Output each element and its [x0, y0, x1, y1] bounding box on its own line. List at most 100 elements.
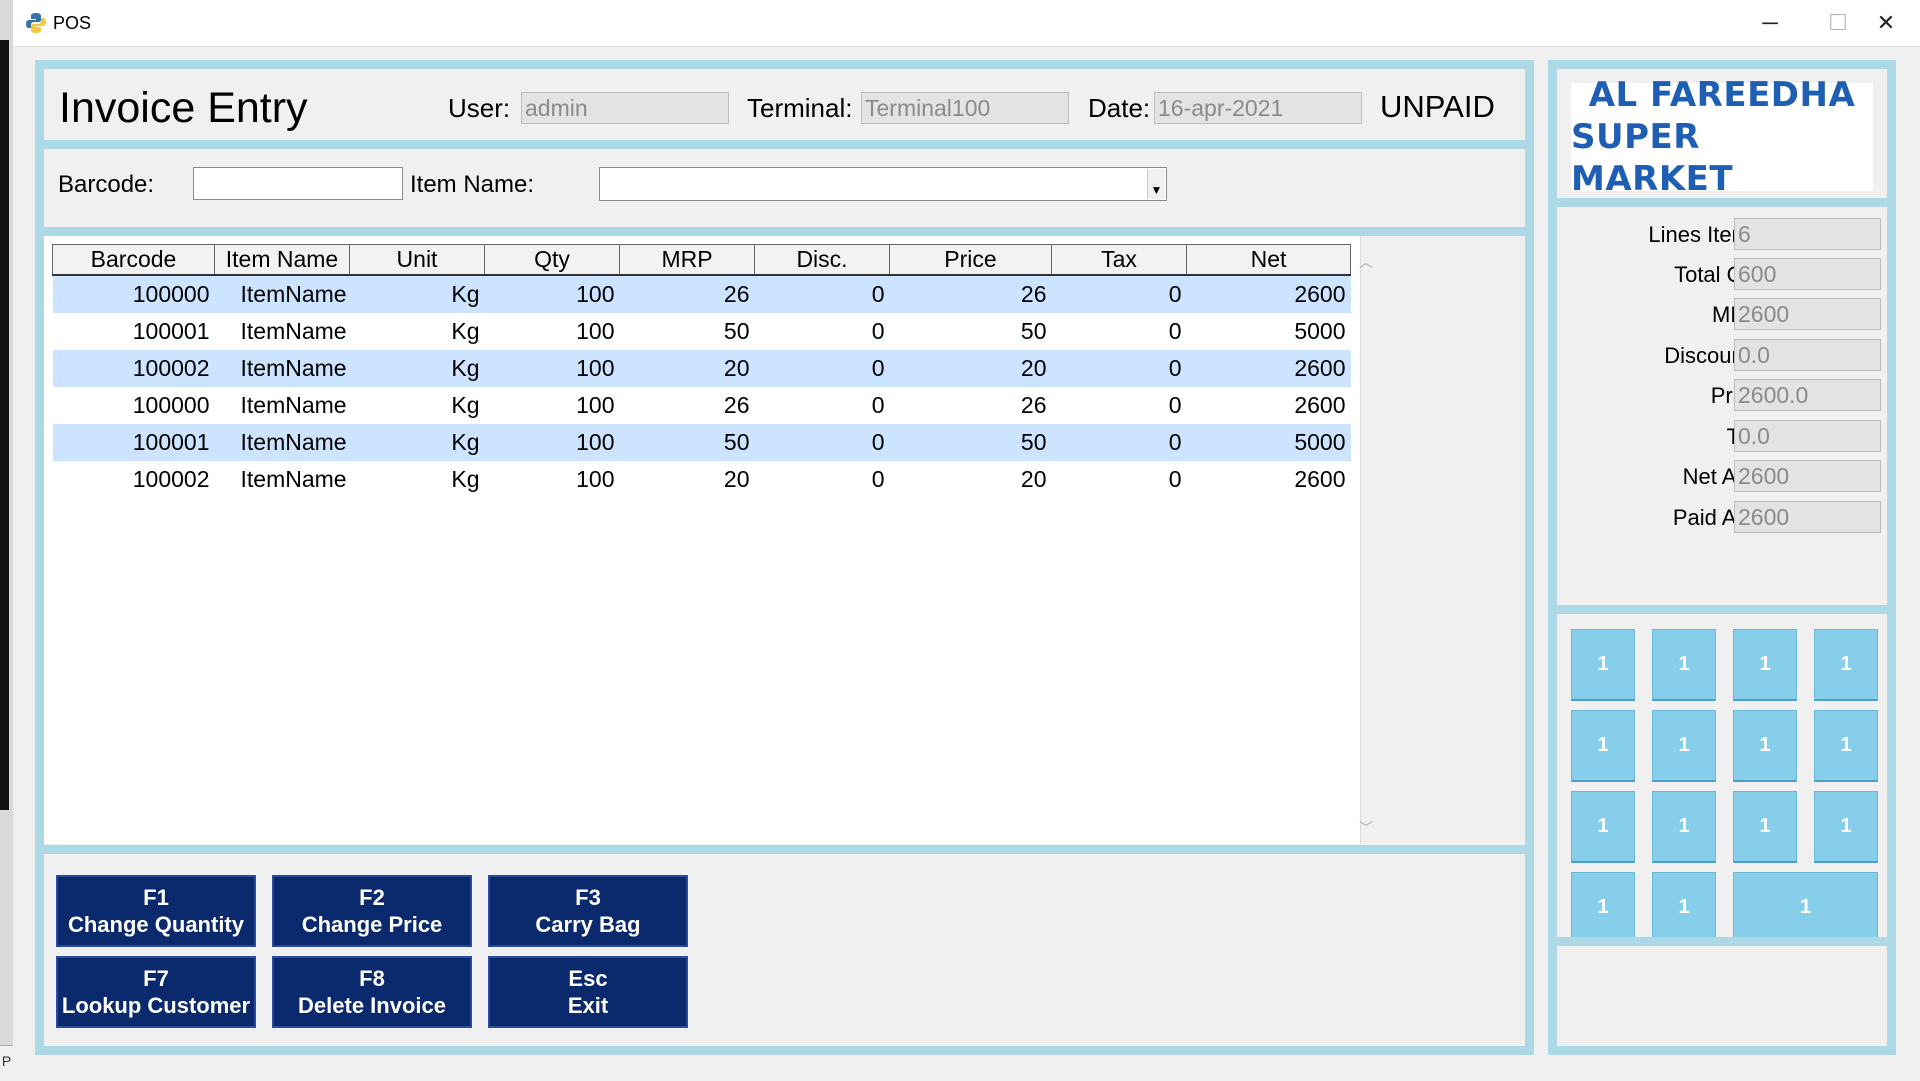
f2-change-price-button[interactable]: F2 Change Price — [272, 875, 472, 947]
column-header[interactable]: MRP — [619, 244, 755, 276]
barcode-input[interactable] — [193, 167, 403, 200]
table-cell: 0 — [1051, 424, 1187, 461]
keypad-key[interactable]: 1 — [1571, 872, 1635, 944]
table-cell: ItemName — [240, 318, 347, 344]
table-cell: 0 — [1168, 318, 1182, 344]
keypad-key[interactable]: 1 — [1814, 710, 1878, 782]
column-header[interactable]: Disc. — [754, 244, 890, 276]
table-cell: 5000 — [1186, 424, 1351, 461]
desktop-corner-text: P — [0, 1045, 13, 1081]
summary-panel: Lines Items: 6 Total Qty: 600 MRP: 2600 … — [1548, 198, 1896, 616]
table-cell: ItemName — [214, 350, 350, 387]
table-row[interactable]: 100001 ItemName Kg 100 50 0 50 0 5000 — [52, 424, 1351, 461]
table-cell: ItemName — [214, 275, 350, 313]
table-cell: 100001 — [52, 424, 215, 461]
f7-lookup-customer-button[interactable]: F7 Lookup Customer — [56, 956, 256, 1028]
f1-change-quantity-button[interactable]: F1 Change Quantity — [56, 875, 256, 947]
table-cell: Kg — [451, 392, 480, 418]
terminal-label: Terminal: — [747, 93, 853, 123]
column-header[interactable]: Net — [1186, 244, 1351, 276]
table-cell: 2600 — [1186, 350, 1351, 387]
keypad-key[interactable]: 1 — [1571, 629, 1635, 701]
window-titlebar: POS ─ ☐ ✕ — [13, 0, 1920, 47]
table-cell: 0 — [754, 350, 890, 387]
net-amt-field: 2600 — [1734, 460, 1881, 492]
keypad-key[interactable]: 1 — [1814, 791, 1878, 863]
column-header[interactable]: Unit — [349, 244, 485, 276]
table-cell: 0 — [754, 275, 890, 313]
table-cell: 26 — [1020, 392, 1047, 418]
item-name-combobox[interactable]: ▼ — [599, 167, 1167, 201]
header-panel: Invoice Entry User: admin Terminal: Term… — [35, 60, 1534, 149]
store-logo: AL FAREEDHA SUPER MARKET — [1571, 75, 1873, 199]
date-label: Date: — [1088, 93, 1151, 123]
column-header[interactable]: Barcode — [52, 244, 215, 276]
table-cell: 0 — [871, 392, 885, 418]
tax-field: 0.0 — [1734, 420, 1881, 452]
chevron-down-icon[interactable]: ▼ — [1147, 169, 1165, 199]
table-cell: 100000 — [52, 275, 215, 313]
close-button[interactable]: ✕ — [1852, 0, 1920, 46]
table-cell: 0 — [1168, 392, 1182, 418]
table-cell: 20 — [1020, 466, 1047, 492]
table-cell: 0 — [1051, 350, 1187, 387]
price-field: 2600.0 — [1734, 379, 1881, 411]
keypad-panel: 1 1 1 1 1 1 1 1 1 1 1 1 1 1 1 — [1548, 605, 1896, 946]
keypad-key[interactable]: 1 — [1571, 791, 1635, 863]
keypad-key[interactable]: 1 — [1652, 872, 1716, 944]
table-cell: Kg — [451, 318, 480, 344]
keypad-key[interactable]: 1 — [1814, 629, 1878, 701]
keypad-key[interactable]: 1 — [1652, 629, 1716, 701]
keypad-key[interactable]: 1 — [1733, 629, 1797, 701]
mrp-field: 2600 — [1734, 298, 1881, 330]
table-row[interactable]: 100002 ItemName Kg 100 20 0 20 0 2600 — [53, 461, 1351, 498]
table-cell: 20 — [889, 350, 1052, 387]
f3-carry-bag-button[interactable]: F3 Carry Bag — [488, 875, 688, 947]
scroll-up-icon[interactable]: ︿ — [1359, 252, 1373, 272]
paid-amt-field: 2600 — [1734, 501, 1881, 533]
total-qty-field: 600 — [1734, 258, 1881, 290]
table-row[interactable]: 100000 ItemName Kg 100 26 0 26 0 2600 — [53, 387, 1351, 424]
minimize-button[interactable]: ─ — [1736, 0, 1804, 46]
column-header[interactable]: Qty — [484, 244, 620, 276]
table-row[interactable]: 100002 ItemName Kg 100 20 0 20 0 2600 — [52, 350, 1351, 387]
discounts-field: 0.0 — [1734, 339, 1881, 371]
column-header[interactable]: Item Name — [214, 244, 350, 276]
keypad-key[interactable]: 1 — [1571, 710, 1635, 782]
keypad-key-wide[interactable]: 1 — [1733, 872, 1878, 944]
table-cell: 100 — [484, 350, 620, 387]
keypad-key[interactable]: 1 — [1733, 710, 1797, 782]
table-cell: 100000 — [132, 392, 210, 418]
table-cell: 0 — [1168, 466, 1182, 492]
invoice-table: Barcode Item Name Unit Qty MRP Disc. Price Tax N… — [52, 244, 1351, 498]
desktop-edge: P — [0, 0, 13, 1081]
table-cell: 0 — [871, 466, 885, 492]
table-cell: Kg — [349, 350, 485, 387]
table-cell: Kg — [451, 466, 480, 492]
table-cell: 50 — [619, 424, 755, 461]
column-header[interactable]: Tax — [1051, 244, 1187, 276]
table-cell: 0 — [871, 318, 885, 344]
table-row[interactable]: 100001 ItemName Kg 100 50 0 50 0 5000 — [53, 313, 1351, 350]
table-cell: 2600 — [1294, 392, 1346, 418]
esc-exit-button[interactable]: Esc Exit — [488, 956, 688, 1028]
column-header[interactable]: Price — [889, 244, 1052, 276]
table-row[interactable]: 100000 ItemName Kg 100 26 0 26 0 2600 — [52, 275, 1351, 313]
window-title: POS — [53, 13, 92, 33]
keypad-key[interactable]: 1 — [1733, 791, 1797, 863]
table-cell: 100001 — [132, 318, 210, 344]
logo-panel: AL FAREEDHA SUPER MARKET — [1548, 60, 1896, 207]
f8-delete-invoice-button[interactable]: F8 Delete Invoice — [272, 956, 472, 1028]
table-cell: 2600 — [1294, 466, 1346, 492]
store-name-line1: AL FAREEDHA — [1588, 75, 1856, 115]
scroll-down-icon[interactable]: ﹀ — [1359, 818, 1373, 838]
keypad-key[interactable]: 1 — [1652, 791, 1716, 863]
bottom-right-panel — [1548, 937, 1896, 1055]
table-cell: Kg — [349, 424, 485, 461]
desktop-edge-dark — [0, 40, 9, 810]
store-name-line2: SUPER MARKET — [1571, 117, 1734, 199]
keypad-key[interactable]: 1 — [1652, 710, 1716, 782]
table-cell: ItemName — [240, 392, 347, 418]
entry-panel: Barcode: Item Name: ▼ — [35, 140, 1534, 236]
page-title: Invoice Entry — [59, 84, 308, 132]
